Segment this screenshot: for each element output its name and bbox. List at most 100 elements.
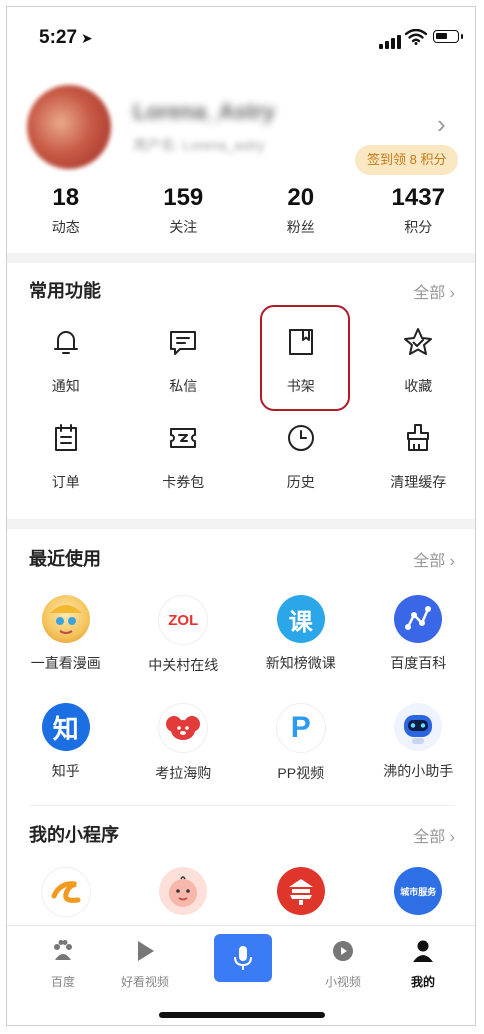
user-subtitle: 用户名: Lorena_astry bbox=[133, 137, 265, 153]
function-message[interactable]: 私信 bbox=[125, 305, 243, 401]
app-label: 中关村在线 bbox=[148, 657, 219, 673]
stat-points[interactable]: 1437 积分 bbox=[360, 183, 476, 245]
nav-label: 小视频 bbox=[324, 975, 361, 989]
kaola-app-icon bbox=[158, 703, 209, 753]
city-service-logo-text: 城市服务 bbox=[400, 886, 437, 897]
temple-app-icon bbox=[276, 867, 325, 915]
username[interactable]: Lorena_Astry bbox=[133, 99, 275, 125]
baike-app-icon bbox=[394, 595, 443, 643]
function-coupons[interactable]: 卡券包 bbox=[125, 401, 243, 497]
nav-label: 我的 bbox=[410, 975, 435, 989]
zhihu-logo-text: 知 bbox=[52, 713, 79, 744]
app-pp-video[interactable]: P PP视频 bbox=[242, 695, 360, 803]
nav-mine[interactable]: 我的 bbox=[383, 938, 463, 990]
bookshelf-highlight-box bbox=[260, 305, 350, 411]
stat-fans[interactable]: 20 粉丝 bbox=[242, 183, 360, 245]
stat-value: 18 bbox=[52, 184, 80, 211]
function-clear-cache[interactable]: 清理缓存 bbox=[360, 401, 476, 497]
mini-program-item[interactable] bbox=[125, 867, 243, 917]
stat-label: 关注 bbox=[169, 219, 198, 235]
phone-screen: 5:27 ➤ Lorena_Astry 用户名: Lorena_astry › 签… bbox=[6, 6, 476, 1026]
app-baike[interactable]: 百度百科 bbox=[360, 587, 476, 695]
signin-badge[interactable]: 签到领 8 积分 bbox=[355, 145, 459, 175]
app-robot-assistant[interactable]: 沸的小助手 bbox=[360, 695, 476, 803]
function-label: 私信 bbox=[169, 378, 198, 394]
status-time: 5:27 ➤ bbox=[39, 27, 93, 49]
baby-app-icon bbox=[159, 867, 208, 915]
battery-icon bbox=[433, 30, 463, 43]
orange-swirl-app-icon bbox=[40, 867, 91, 917]
short-video-icon bbox=[333, 941, 353, 961]
course-app-icon: 课 bbox=[276, 595, 325, 643]
nav-baidu[interactable]: 百度 bbox=[23, 938, 103, 990]
function-notify[interactable]: 通知 bbox=[7, 305, 125, 401]
function-label: 历史 bbox=[286, 474, 315, 490]
status-bar: 5:27 ➤ bbox=[7, 7, 475, 57]
function-label: 订单 bbox=[51, 474, 80, 490]
nav-haokan-video[interactable]: 好看视频 bbox=[105, 938, 185, 990]
broom-icon bbox=[407, 424, 430, 451]
comic-app-icon bbox=[41, 595, 90, 643]
mini-program-item[interactable] bbox=[7, 867, 125, 917]
function-favorites[interactable]: 收藏 bbox=[360, 305, 476, 401]
app-kaola[interactable]: 考拉海购 bbox=[125, 695, 243, 803]
mini-program-item[interactable]: 城市服务 bbox=[360, 867, 476, 917]
stat-value: 1437 bbox=[391, 184, 445, 211]
stats-row: 18 动态 159 关注 20 粉丝 1437 积分 bbox=[7, 183, 476, 245]
function-label: 通知 bbox=[51, 378, 80, 394]
app-course[interactable]: 课 新知榜微课 bbox=[242, 587, 360, 695]
coupon-icon bbox=[170, 428, 197, 448]
pp-logo-text: P bbox=[290, 711, 311, 744]
bottom-nav: 百度 好看视频 小视频 我的 bbox=[7, 925, 475, 1025]
app-zhihu[interactable]: 知 知乎 bbox=[7, 695, 125, 803]
zol-logo-text: ZOL bbox=[168, 611, 199, 629]
section-separator bbox=[29, 805, 455, 806]
common-functions-all-link[interactable]: 全部 › bbox=[413, 279, 455, 303]
city-service-app-icon: 城市服务 bbox=[394, 867, 443, 915]
mini-programs-title: 我的小程序 bbox=[29, 825, 119, 845]
paw-icon bbox=[54, 940, 72, 960]
mini-program-item[interactable] bbox=[242, 867, 360, 917]
function-orders[interactable]: 订单 bbox=[7, 401, 125, 497]
app-label: PP视频 bbox=[277, 765, 325, 781]
person-icon bbox=[413, 940, 433, 962]
status-time-text: 5:27 bbox=[39, 27, 78, 48]
recent-title: 最近使用 bbox=[29, 549, 101, 569]
recent-grid: 一直看漫画 ZOL 中关村在线 课 新知榜微课 百度百科 知 知乎 考拉海购 P… bbox=[7, 587, 476, 803]
app-label: 一直看漫画 bbox=[30, 655, 101, 671]
avatar[interactable] bbox=[27, 85, 111, 169]
app-label: 百度百科 bbox=[390, 655, 447, 671]
app-zol[interactable]: ZOL 中关村在线 bbox=[125, 587, 243, 695]
stat-value: 20 bbox=[287, 184, 315, 211]
profile-chevron-right-icon[interactable]: › bbox=[437, 109, 446, 140]
stat-posts[interactable]: 18 动态 bbox=[7, 183, 125, 245]
app-label: 沸的小助手 bbox=[383, 763, 454, 779]
stat-following[interactable]: 159 关注 bbox=[125, 183, 243, 245]
pp-video-app-icon: P bbox=[275, 703, 326, 753]
nav-label: 百度 bbox=[50, 975, 75, 989]
zhihu-app-icon: 知 bbox=[41, 703, 90, 751]
stat-label: 积分 bbox=[404, 219, 433, 235]
function-history[interactable]: 历史 bbox=[242, 401, 360, 497]
function-label: 清理缓存 bbox=[390, 474, 447, 490]
section-divider bbox=[7, 253, 475, 263]
home-indicator[interactable] bbox=[159, 1012, 325, 1018]
common-functions-grid: 通知 私信 书架 收藏 订单 卡券包 历史 清理缓存 bbox=[7, 305, 476, 497]
recent-all-link[interactable]: 全部 › bbox=[413, 547, 455, 571]
wifi-icon bbox=[405, 29, 427, 45]
function-label: 收藏 bbox=[404, 378, 433, 394]
clock-icon bbox=[287, 425, 314, 451]
stat-label: 动态 bbox=[51, 219, 80, 235]
app-label: 新知榜微课 bbox=[265, 655, 336, 671]
app-comic[interactable]: 一直看漫画 bbox=[7, 587, 125, 695]
nav-short-video[interactable]: 小视频 bbox=[303, 938, 383, 990]
order-icon bbox=[54, 424, 77, 451]
bell-icon bbox=[53, 331, 78, 354]
stat-value: 159 bbox=[163, 184, 204, 211]
microphone-icon bbox=[234, 946, 252, 970]
message-icon bbox=[170, 331, 197, 355]
play-icon bbox=[138, 941, 154, 961]
voice-search-button[interactable] bbox=[214, 934, 272, 982]
mini-programs-all-link[interactable]: 全部 › bbox=[413, 823, 455, 847]
mini-programs-row: 城市服务 bbox=[7, 867, 476, 917]
